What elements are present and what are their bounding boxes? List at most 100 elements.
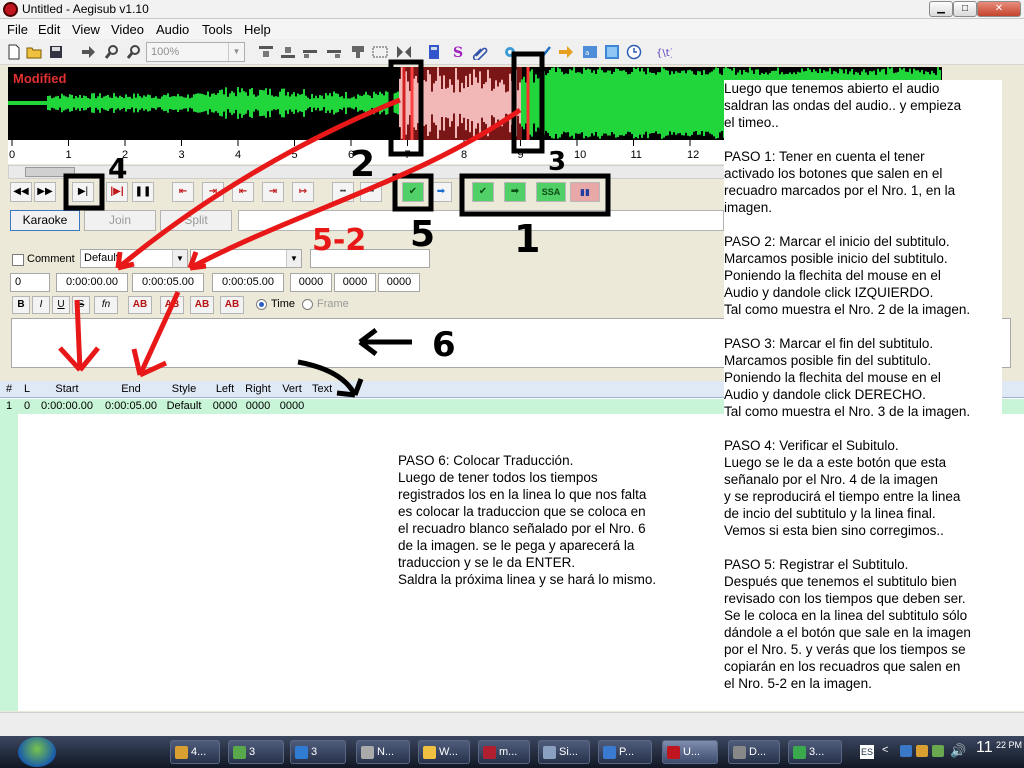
audio-horizontal-scrollbar[interactable] — [8, 165, 728, 179]
menu-edit[interactable]: Edit — [38, 22, 60, 37]
auto-commit-toggle[interactable]: ✔ — [472, 182, 494, 202]
zoom-in-icon[interactable] — [104, 44, 120, 60]
play-to-end-button[interactable]: ↦ — [292, 182, 314, 202]
tray-shield-icon[interactable] — [900, 745, 912, 757]
margin-right-field[interactable]: 0000 — [334, 273, 376, 292]
play-after-end-button[interactable]: ⇥ — [262, 182, 284, 202]
play-selection-button[interactable]: ▶| — [72, 182, 94, 202]
clock-hour[interactable]: 11 — [976, 739, 993, 757]
taskbar-item[interactable]: W... — [418, 740, 470, 764]
shift-times-icon[interactable] — [558, 44, 574, 60]
snap-end-icon[interactable] — [326, 44, 342, 60]
visual-typesetting-icon[interactable] — [604, 44, 620, 60]
jump-to-end-icon[interactable] — [280, 44, 296, 60]
taskbar-item[interactable]: P... — [598, 740, 652, 764]
new-file-icon[interactable] — [6, 44, 22, 60]
override-tags-icon[interactable]: {\t} — [656, 44, 672, 60]
join-button[interactable]: Join — [84, 210, 156, 231]
attachment-icon[interactable] — [472, 44, 488, 60]
script-s-icon[interactable]: S — [450, 44, 466, 60]
aegisub-app-icon[interactable] — [3, 2, 18, 17]
karaoke-button[interactable]: Karaoke — [10, 210, 80, 231]
play-after-start-button[interactable]: ⇥ — [202, 182, 224, 202]
taskbar-item[interactable]: 3 — [228, 740, 284, 764]
zoom-out-icon[interactable] — [126, 44, 142, 60]
taskbar-item[interactable]: Si... — [538, 740, 590, 764]
next-line-button[interactable]: ▶▶ — [34, 182, 56, 202]
duration-field[interactable]: 0:00:05.00 — [212, 273, 284, 292]
shadow-color-button[interactable]: AB — [220, 296, 244, 314]
margin-left-field[interactable]: 0000 — [290, 273, 332, 292]
taskbar-item[interactable]: m... — [478, 740, 530, 764]
taskbar-item[interactable]: 3 — [290, 740, 346, 764]
spectrum-mode-toggle[interactable]: ▮▮ — [570, 182, 600, 202]
italic-button[interactable]: I — [32, 296, 50, 314]
outline-color-button[interactable]: AB — [190, 296, 214, 314]
bold-button[interactable]: B — [12, 296, 30, 314]
secondary-color-button[interactable]: AB — [160, 296, 184, 314]
jump-icon[interactable] — [80, 44, 96, 60]
goto-next-arrow-button[interactable]: ➡ — [430, 182, 452, 202]
font-button[interactable]: fn — [94, 296, 118, 314]
commit-check-button[interactable]: ✔ — [402, 182, 424, 202]
spell-check-icon[interactable] — [536, 44, 552, 60]
zoom-level-combo[interactable]: 100% ▼ — [146, 42, 245, 62]
taskbar-item[interactable]: 3... — [788, 740, 842, 764]
menu-file[interactable]: File — [7, 22, 28, 37]
minimize-button[interactable]: ▁ — [929, 1, 953, 17]
underline-button[interactable]: U — [52, 296, 70, 314]
stop-button[interactable]: ❚❚ — [132, 182, 154, 202]
menu-tools[interactable]: Tools — [202, 22, 232, 37]
end-time-field[interactable]: 0:00:05.00 — [132, 273, 204, 292]
styles-manager-icon[interactable] — [350, 44, 366, 60]
tray-update-icon[interactable] — [916, 745, 928, 757]
open-folder-icon[interactable] — [26, 44, 42, 60]
split-button[interactable]: Split — [160, 210, 232, 231]
play-current-line-button[interactable]: |▶| — [106, 182, 128, 202]
frame-radio[interactable] — [302, 299, 313, 310]
calculator-icon[interactable] — [426, 44, 442, 60]
margin-vertical-field[interactable]: 0000 — [378, 273, 420, 292]
leadout-button[interactable]: ┅ — [360, 182, 382, 202]
resample-icon[interactable]: a — [582, 44, 598, 60]
clock-icon[interactable] — [626, 44, 642, 60]
tray-chevron-icon[interactable]: < — [882, 744, 888, 756]
taskbar-item[interactable]: D... — [728, 740, 780, 764]
karaoke-syllable-area[interactable] — [238, 210, 724, 231]
ssa-mode-toggle[interactable]: SSA — [536, 182, 566, 202]
close-button[interactable]: ✕ — [977, 1, 1021, 17]
maximize-button[interactable]: □ — [953, 1, 977, 17]
properties-icon[interactable] — [372, 44, 388, 60]
play-before-start-button[interactable]: ⇤ — [172, 182, 194, 202]
strikeout-button[interactable]: S — [72, 296, 90, 314]
leadin-button[interactable]: ┅ — [332, 182, 354, 202]
language-indicator[interactable]: ES — [860, 745, 874, 759]
save-icon[interactable] — [48, 44, 64, 60]
primary-color-button[interactable]: AB — [128, 296, 152, 314]
menu-view[interactable]: View — [72, 22, 100, 37]
start-time-field[interactable]: 0:00:00.00 — [56, 273, 128, 292]
start-button[interactable] — [18, 737, 56, 767]
play-before-end-button[interactable]: ⇤ — [232, 182, 254, 202]
jump-to-start-icon[interactable] — [258, 44, 274, 60]
volume-icon[interactable]: 🔊 — [950, 743, 966, 759]
comment-checkbox[interactable] — [12, 254, 24, 266]
menu-help[interactable]: Help — [244, 22, 271, 37]
layer-field[interactable]: 0 — [10, 273, 50, 292]
effect-field[interactable] — [310, 249, 430, 268]
fonts-collector-icon[interactable] — [396, 44, 412, 60]
automation-gear-icon[interactable] — [502, 44, 518, 60]
scrollbar-thumb[interactable] — [25, 167, 75, 177]
actor-combo[interactable]: ▼ — [190, 249, 302, 268]
auto-next-toggle[interactable]: ➡ — [504, 182, 526, 202]
menu-audio[interactable]: Audio — [156, 22, 189, 37]
taskbar-item[interactable]: U... — [662, 740, 718, 764]
menu-video[interactable]: Video — [111, 22, 144, 37]
style-combo[interactable]: Default ▼ — [80, 249, 188, 268]
time-radio[interactable] — [256, 299, 267, 310]
taskbar-item[interactable]: 4... — [170, 740, 220, 764]
prev-line-button[interactable]: ◀◀ — [10, 182, 32, 202]
snap-start-icon[interactable] — [302, 44, 318, 60]
taskbar-item[interactable]: N... — [356, 740, 410, 764]
tray-network-icon[interactable] — [932, 745, 944, 757]
